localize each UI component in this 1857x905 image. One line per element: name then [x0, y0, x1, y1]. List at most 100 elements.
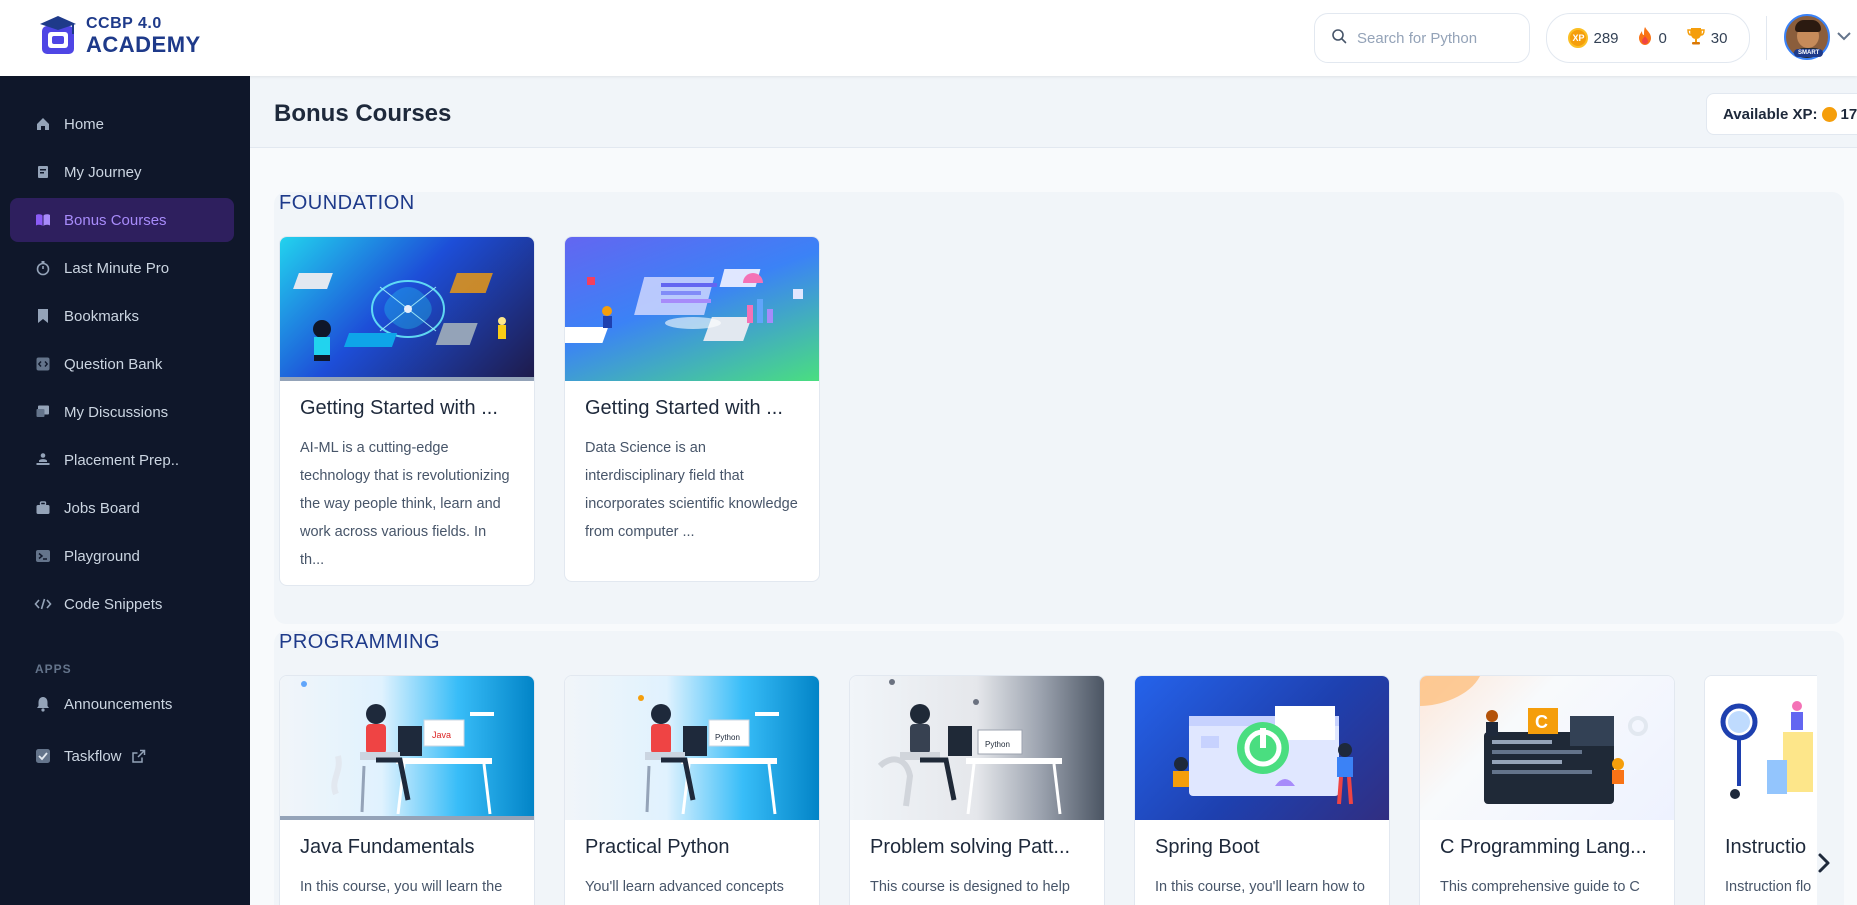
briefcase-icon [34, 499, 52, 517]
trophy-icon [1686, 26, 1706, 50]
top-header: CCBP 4.0 ACADEMY XP 289 0 30 [0, 0, 1857, 76]
course-description: Data Science is an interdisciplinary fie… [585, 440, 798, 540]
course-title: Instructio [1725, 836, 1807, 858]
carousel-next-arrow-icon[interactable] [1817, 852, 1831, 879]
course-card-problem-solving[interactable]: Python Problem solving Patt... This cour… [849, 675, 1105, 905]
sidebar-item-label: Bonus Courses [64, 211, 167, 229]
main-content: Bonus Courses Available XP: 179 FOUNDATI… [250, 76, 1857, 905]
terminal-icon [34, 547, 52, 565]
programming-section: PROGRAMMING Java Java Fundamentals In th… [274, 631, 1844, 905]
page-header: Bonus Courses Available XP: 179 [250, 76, 1857, 148]
course-title: Getting Started with ... [585, 397, 783, 419]
avatar-badge: SMART [1794, 49, 1824, 57]
sidebar-item-my-discussions[interactable]: My Discussions [10, 390, 234, 434]
course-card-ai-ml[interactable]: Getting Started with ... AI-ML is a cutt… [279, 236, 535, 586]
course-card-instruction[interactable]: Instructio Instruction flo [1704, 675, 1817, 905]
sidebar-item-label: Question Bank [64, 355, 163, 373]
checkbox-icon [34, 747, 52, 765]
trophy-count: 30 [1710, 29, 1728, 47]
course-card-spring-boot[interactable]: Spring Boot In this course, you'll learn… [1134, 675, 1390, 905]
course-card-c-programming[interactable]: C C Programming Lang... This comprehensi… [1419, 675, 1675, 905]
search-box[interactable] [1314, 13, 1530, 63]
course-thumbnail-c-programming: C [1420, 676, 1674, 820]
search-icon [1331, 28, 1347, 49]
course-card-data-science[interactable]: Getting Started with ... Data Science is… [564, 236, 820, 582]
sidebar-item-my-journey[interactable]: My Journey [10, 150, 234, 194]
available-xp-box: Available XP: 179 [1706, 93, 1857, 135]
flame-icon [1637, 26, 1653, 50]
brand-line-2: ACADEMY [86, 32, 201, 57]
trophy-stat: 30 [1686, 26, 1728, 50]
brand-logo[interactable]: CCBP 4.0 ACADEMY [36, 14, 201, 58]
course-thumbnail-java: Java [280, 676, 534, 820]
sidebar-item-bonus-courses[interactable]: Bonus Courses [10, 198, 234, 242]
svg-text:C: C [1535, 712, 1548, 732]
apps-section-label: APPS [35, 662, 72, 676]
java-screen-label: Java [432, 730, 451, 740]
sidebar-item-label: Code Snippets [64, 595, 163, 613]
sidebar-item-label: Playground [64, 547, 140, 565]
xp-coin-small-icon [1822, 106, 1838, 122]
user-stats[interactable]: XP 289 0 30 [1546, 13, 1750, 63]
course-description: In this course, you will learn the [300, 879, 503, 895]
available-xp-label: Available XP: [1723, 105, 1818, 123]
course-description: Instruction flo [1725, 879, 1812, 895]
python-screen-label: Python [985, 740, 1010, 749]
external-link-icon [131, 749, 146, 764]
sidebar-item-home[interactable]: Home [10, 102, 234, 146]
sidebar-item-label: My Discussions [64, 403, 169, 421]
sidebar-item-announcements[interactable]: Announcements [10, 682, 234, 726]
course-title: Java Fundamentals [300, 836, 475, 858]
foundation-section: FOUNDATION Getting Started with ... AI-M… [274, 192, 1844, 624]
sidebar-item-label: Home [64, 115, 105, 133]
course-thumbnail-problem-solving: Python [850, 676, 1104, 820]
sidebar-item-bookmarks[interactable]: Bookmarks [10, 294, 234, 338]
brand-line-1: CCBP 4.0 [86, 15, 162, 32]
sidebar-item-placement-prep[interactable]: Placement Prep.. [10, 438, 234, 482]
sidebar-item-taskflow[interactable]: Taskflow [10, 734, 234, 778]
section-title: PROGRAMMING [279, 631, 441, 653]
course-thumbnail-ai-ml [280, 237, 534, 381]
course-thumbnail-instruction [1705, 676, 1817, 820]
section-title: FOUNDATION [279, 192, 415, 214]
course-title: C Programming Lang... [1440, 836, 1647, 858]
code-file-icon [34, 355, 52, 373]
book-open-icon [34, 211, 52, 229]
bell-icon [34, 695, 52, 713]
course-card-python[interactable]: Python Practical Python You'll learn adv… [564, 675, 820, 905]
sidebar-item-question-bank[interactable]: Question Bank [10, 342, 234, 386]
chevron-down-icon[interactable] [1836, 28, 1852, 46]
sidebar-item-label: Last Minute Pro [64, 259, 170, 277]
stopwatch-icon [34, 259, 52, 277]
course-description: In this course, you'll learn how to [1155, 879, 1365, 895]
course-thumbnail-spring-boot [1135, 676, 1389, 820]
sidebar-item-jobs-board[interactable]: Jobs Board [10, 486, 234, 530]
sidebar: Home My Journey Bonus Courses Last Minut… [0, 76, 250, 905]
streak-stat: 0 [1637, 26, 1667, 50]
sidebar-item-label: My Journey [64, 163, 142, 181]
search-input[interactable] [1357, 29, 1517, 47]
course-description: AI-ML is a cutting-edge technology that … [300, 440, 510, 568]
academy-logo-icon [36, 14, 80, 58]
streak-count: 0 [1658, 29, 1667, 47]
course-description: This comprehensive guide to C [1440, 879, 1640, 895]
course-card-java[interactable]: Java Java Fundamentals In this course, y… [279, 675, 535, 905]
sidebar-item-label: Taskflow [64, 747, 122, 765]
course-thumbnail-data-science [565, 237, 819, 381]
sidebar-item-code-snippets[interactable]: Code Snippets [10, 582, 234, 626]
sidebar-item-label: Bookmarks [64, 307, 140, 325]
sidebar-item-label: Jobs Board [64, 499, 140, 517]
discussion-icon [34, 403, 52, 421]
home-icon [34, 115, 52, 133]
code-brackets-icon [34, 595, 52, 613]
page-title: Bonus Courses [274, 100, 452, 127]
person-desk-icon [34, 451, 52, 469]
sidebar-item-label: Announcements [64, 695, 173, 713]
sidebar-item-playground[interactable]: Playground [10, 534, 234, 578]
bookmark-icon [34, 307, 52, 325]
xp-stat: XP 289 [1568, 28, 1619, 48]
course-title: Getting Started with ... [300, 397, 498, 419]
sidebar-item-last-minute-pro[interactable]: Last Minute Pro [10, 246, 234, 290]
card-clip-region: Instructio Instruction flo [1704, 675, 1817, 905]
course-thumbnail-python: Python [565, 676, 819, 820]
